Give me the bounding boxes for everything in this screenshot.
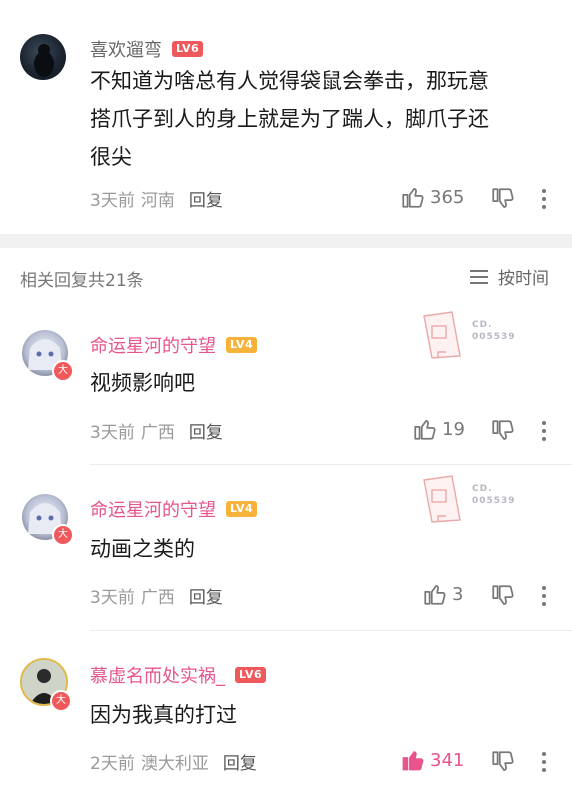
level-badge: LV6: [172, 41, 204, 57]
fan-card-number: 005539: [472, 332, 516, 342]
fan-card-icon: [423, 475, 461, 523]
level-badge: LV4: [226, 501, 258, 517]
like-button[interactable]: 19: [412, 416, 465, 442]
more-button[interactable]: [536, 418, 552, 448]
replies-count-title: 相关回复共21条: [20, 271, 144, 291]
like-count: 341: [430, 749, 465, 771]
reply-button[interactable]: 回复: [189, 423, 223, 443]
thumbs-down-icon: [492, 188, 514, 208]
thumbs-down-icon: [492, 420, 514, 440]
location: 广西: [140, 423, 175, 443]
fan-card-badge: CD. 005539: [418, 308, 538, 362]
reply-button[interactable]: 回复: [189, 191, 223, 211]
comment-text: 不知道为啥总有人觉得袋鼠会拳击，那玩意 搭爪子到人的身上就是为了踹人，脚爪子还 …: [90, 62, 560, 176]
timestamp: 2天前: [90, 754, 135, 774]
username[interactable]: 命运星河的守望: [90, 332, 216, 358]
reply-text: 动画之类的: [90, 537, 195, 561]
like-count: 3: [452, 583, 464, 605]
location: 河南: [140, 191, 175, 211]
fan-card-badge: CD. 005539: [418, 472, 538, 526]
timestamp: 3天前: [90, 423, 135, 443]
sort-lines-icon: [470, 269, 488, 284]
like-count: 19: [442, 418, 465, 440]
thumbs-down-icon: [492, 751, 514, 771]
location: 澳大利亚: [140, 754, 209, 774]
reply-separator: [90, 464, 572, 465]
dislike-button[interactable]: [490, 749, 516, 779]
thumbs-up-icon: [402, 188, 424, 208]
sort-button[interactable]: 按时间: [470, 264, 549, 289]
dislike-button[interactable]: [490, 418, 516, 448]
avatar[interactable]: [20, 34, 66, 80]
more-vertical-icon: [542, 586, 546, 606]
reply-meta: 3天前 广西 回复: [90, 418, 223, 443]
level-badge: LV6: [235, 667, 267, 683]
reply-meta: 3天前 广西 回复: [90, 583, 223, 608]
reply-button[interactable]: 回复: [189, 588, 223, 608]
avatar-badge: 大: [50, 690, 72, 712]
like-count: 365: [430, 186, 465, 208]
like-button[interactable]: 3: [422, 581, 463, 607]
level-badge: LV4: [226, 337, 258, 353]
section-divider: [0, 234, 572, 248]
fan-card-icon: [423, 311, 461, 359]
like-button[interactable]: 365: [400, 184, 464, 210]
timestamp: 3天前: [90, 191, 135, 211]
more-vertical-icon: [542, 752, 546, 772]
username[interactable]: 命运星河的守望: [90, 496, 216, 522]
comment-line: 搭爪子到人的身上就是为了踹人，脚爪子还: [90, 107, 489, 131]
reply-button[interactable]: 回复: [223, 754, 257, 774]
thumbs-up-icon: [414, 420, 436, 440]
avatar-badge: 大: [52, 360, 74, 382]
location: 广西: [140, 588, 175, 608]
avatar-figure-icon: [34, 44, 54, 77]
reply-text: 视频影响吧: [90, 371, 195, 395]
avatar-badge: 大: [52, 524, 74, 546]
comment-meta: 3天前 河南 回复: [90, 186, 223, 211]
fan-card-label: CD.: [472, 484, 493, 494]
more-vertical-icon: [542, 421, 546, 441]
reply-text: 因为我真的打过: [90, 703, 237, 727]
thumbs-down-icon: [492, 585, 514, 605]
fan-card-number: 005539: [472, 496, 516, 506]
reply-separator: [90, 630, 572, 631]
like-button-active[interactable]: 341: [400, 747, 464, 773]
timestamp: 3天前: [90, 588, 135, 608]
dislike-button[interactable]: [490, 583, 516, 613]
comment-line: 很尖: [90, 145, 132, 169]
more-vertical-icon: [542, 189, 546, 209]
fan-card-label: CD.: [472, 320, 493, 330]
reply-meta: 2天前 澳大利亚 回复: [90, 749, 257, 774]
thumbs-up-icon: [424, 585, 446, 605]
comment-line: 不知道为啥总有人觉得袋鼠会拳击，那玩意: [90, 69, 489, 93]
more-button[interactable]: [536, 186, 552, 216]
thumbs-up-filled-icon: [402, 751, 424, 771]
more-button[interactable]: [536, 749, 552, 779]
more-button[interactable]: [536, 583, 552, 613]
sort-label: 按时间: [498, 269, 549, 289]
dislike-button[interactable]: [490, 186, 516, 216]
username[interactable]: 慕虚名而处实祸_: [90, 662, 225, 688]
username[interactable]: 喜欢遛弯: [90, 36, 162, 62]
